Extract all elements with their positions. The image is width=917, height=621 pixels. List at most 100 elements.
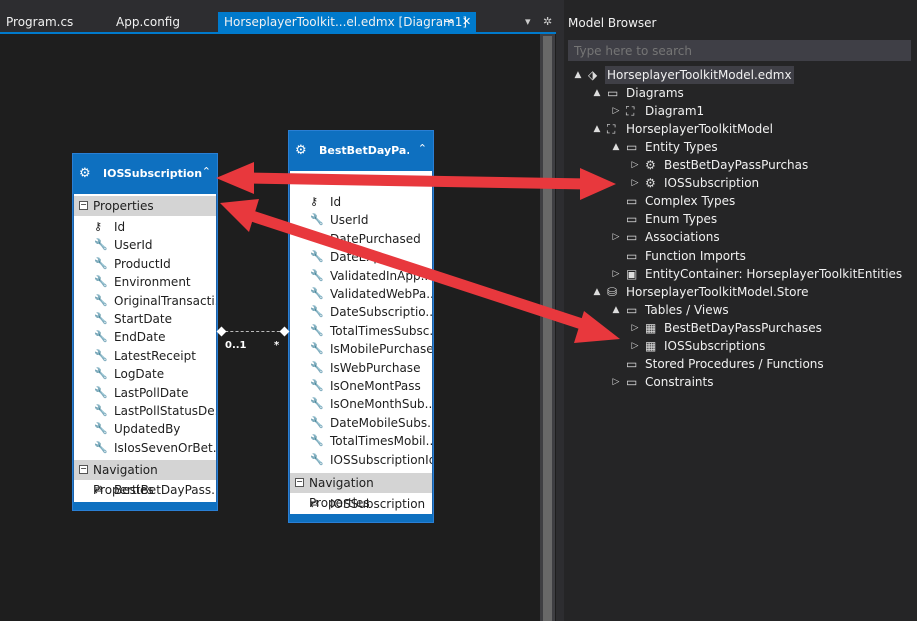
gear-icon[interactable]: ✲ — [543, 12, 552, 32]
wrench-icon: 🔧 — [310, 213, 324, 227]
scrollbar-thumb[interactable] — [543, 36, 552, 621]
wrench-icon: 🔧 — [94, 422, 108, 436]
panel-splitter[interactable] — [556, 0, 564, 621]
entity-property[interactable]: 🔧 IsOneMonthSub... — [290, 395, 432, 413]
tree-node-label: HorseplayerToolkitModel.Store — [626, 284, 809, 299]
entity-property[interactable]: 🔧 LatestReceipt — [74, 347, 216, 365]
tree-expander-icon[interactable]: ▷ — [629, 319, 641, 337]
entity-property[interactable]: ⇄ BestBetDayPass... — [74, 481, 216, 499]
tab-edmx-label: HorseplayerToolkit...el.edmx [Diagram1] — [224, 15, 468, 29]
navigation-section-header[interactable]: − Navigation Properties — [290, 473, 432, 510]
tree-node-label: IOSSubscriptions — [664, 338, 766, 353]
association-line[interactable] — [220, 331, 285, 332]
entity-property[interactable]: 🔧 IsOneMontPass — [290, 377, 432, 395]
entity-property[interactable]: 🔧 DateExp... — [290, 248, 432, 266]
entity-property[interactable]: 🔧 IsMobilePurchase — [290, 340, 432, 358]
wrench-icon: 🔧 — [94, 385, 108, 399]
model-browser-search-input[interactable] — [568, 40, 911, 61]
table-icon: ▦ — [645, 320, 657, 335]
property-label: DateMobileSubs... — [330, 415, 432, 430]
property-label: IsOneMonthSub... — [330, 397, 432, 412]
property-label: TotalTimesSubsc... — [330, 323, 432, 338]
entity-property[interactable]: 🔧 LastPollDate — [74, 384, 216, 402]
collapse-square-icon[interactable]: − — [79, 201, 88, 210]
folder-icon: ▭ — [607, 86, 619, 101]
property-label: LastPollStatusDe... — [114, 404, 216, 418]
tree-expander-icon[interactable]: ▲ — [591, 283, 603, 301]
tree-expander-icon[interactable]: ▲ — [591, 84, 603, 102]
entity-property[interactable]: 🔧 ValidatedWebPa... — [290, 285, 432, 303]
tree-expander-icon[interactable]: ▷ — [610, 373, 622, 391]
entity-property[interactable]: 🔧 DateMobileSubs... — [290, 414, 432, 432]
entity-property[interactable]: 🔧 UserId — [290, 211, 432, 229]
entity-property[interactable]: 🔧 LastPollStatusDe... — [74, 402, 216, 420]
close-icon[interactable]: ✕ — [462, 12, 471, 32]
edmx-icon: ⬗ — [588, 68, 598, 82]
property-label: LastPollDate — [114, 385, 189, 400]
entity-property[interactable]: 🔧 UserId — [74, 236, 216, 254]
entity-property[interactable]: 🔧 DateSubscriptio... — [290, 303, 432, 321]
entity-header[interactable]: ⚙ IOSSubscription ⌃ — [73, 154, 217, 194]
property-label: IsMobilePurchase — [330, 342, 432, 357]
entity-property[interactable]: 🔧 TotalTimesSubsc... — [290, 322, 432, 340]
properties-section-header[interactable]: − Properties — [74, 196, 216, 216]
entity-property[interactable]: 🔧 EndDate — [74, 328, 216, 346]
collapse-square-icon[interactable]: − — [79, 465, 88, 474]
entity-property[interactable]: ⇄ IOSSubscription — [290, 495, 432, 513]
entity-property[interactable]: 🔧 IOSSubscriptionId — [290, 451, 432, 469]
tree-expander-icon[interactable]: ▷ — [629, 156, 641, 174]
wrench-icon: 🔧 — [94, 404, 108, 417]
tree-expander-icon[interactable]: ▷ — [610, 228, 622, 246]
tree-node-label: Entity Types — [645, 140, 718, 155]
entity-property[interactable]: 🔧 OriginalTransacti... — [74, 292, 216, 310]
entity-property[interactable]: 🔧 ValidatedInApp... — [290, 267, 432, 285]
tree-expander-icon[interactable]: ▲ — [572, 66, 584, 84]
folder-icon: ▭ — [626, 194, 638, 209]
navigation-section-header[interactable]: − Navigation Properties — [74, 460, 216, 497]
tab-program-cs[interactable]: Program.cs — [6, 12, 73, 32]
wrench-icon: 🔧 — [310, 379, 324, 392]
tree-expander-icon[interactable]: ▲ — [610, 138, 622, 156]
entity-property[interactable]: 🔧 LogDate — [74, 365, 216, 383]
collapse-chevron-icon[interactable]: ⌃ — [202, 165, 211, 178]
container-icon: ▣ — [626, 266, 638, 281]
wrench-icon: 🔧 — [310, 452, 324, 466]
tree-expander-icon[interactable]: ▷ — [610, 102, 622, 120]
property-label: DateSubscriptio... — [330, 305, 432, 320]
tree-expander-icon[interactable]: ▷ — [629, 337, 641, 355]
entity-property[interactable]: 🔧 ProductId — [74, 255, 216, 273]
entity-property[interactable]: ⚷ Id — [290, 193, 432, 211]
key-icon: ⚷ — [310, 195, 319, 208]
tree-expander-icon[interactable]: ▷ — [629, 174, 641, 192]
entity-property[interactable]: 🔧 DatePurchased — [290, 230, 432, 248]
property-label: IsWebPurchase — [330, 360, 421, 375]
entity-property[interactable]: 🔧 IsIosSevenOrBet... — [74, 439, 216, 457]
tab-edmx-diagram[interactable]: HorseplayerToolkit...el.edmx [Diagram1] … — [218, 12, 476, 32]
pin-icon[interactable]: ⊸ — [444, 12, 453, 32]
tree-expander-icon[interactable]: ▲ — [610, 301, 622, 319]
property-label: IOSSubscription — [330, 497, 426, 511]
entity-property[interactable]: 🔧 IsWebPurchase — [290, 359, 432, 377]
entity-iossubscription[interactable]: ⚙ IOSSubscription ⌃ − Properties ⚷ Id 🔧 Use… — [72, 153, 218, 511]
entity-property[interactable]: 🔧 Environment — [74, 273, 216, 291]
entity-bestbetdaypass[interactable]: ⚙ BestBetDayPa... ⌃ ⚷ Id 🔧 UserId 🔧 DatePurch… — [288, 130, 434, 523]
tree-node-label: Diagram1 — [645, 104, 705, 119]
wrench-icon: 🔧 — [94, 238, 108, 252]
entity-property[interactable]: ⚷ Id — [74, 218, 216, 236]
database-icon: ⛁ — [607, 284, 618, 299]
wrench-icon: 🔧 — [310, 323, 324, 337]
entity-property[interactable]: 🔧 StartDate — [74, 310, 216, 328]
entity-property[interactable]: 🔧 TotalTimesMobil... — [290, 432, 432, 450]
tree-expander-icon[interactable]: ▷ — [610, 265, 622, 283]
property-label: Environment — [114, 275, 191, 290]
tab-app-config[interactable]: App.config — [116, 12, 180, 32]
entity-property[interactable]: 🔧 UpdatedBy — [74, 420, 216, 438]
property-label: OriginalTransacti... — [114, 293, 216, 308]
tree-expander-icon[interactable]: ▲ — [591, 120, 603, 138]
collapse-chevron-icon[interactable]: ⌃ — [418, 142, 427, 155]
collapse-square-icon[interactable]: − — [295, 478, 304, 487]
chevron-down-icon[interactable]: ▾ — [525, 12, 531, 32]
section-label: Properties — [93, 199, 154, 213]
entity-header[interactable]: ⚙ BestBetDayPa... ⌃ — [289, 131, 433, 171]
wrench-icon: 🔧 — [310, 415, 324, 429]
